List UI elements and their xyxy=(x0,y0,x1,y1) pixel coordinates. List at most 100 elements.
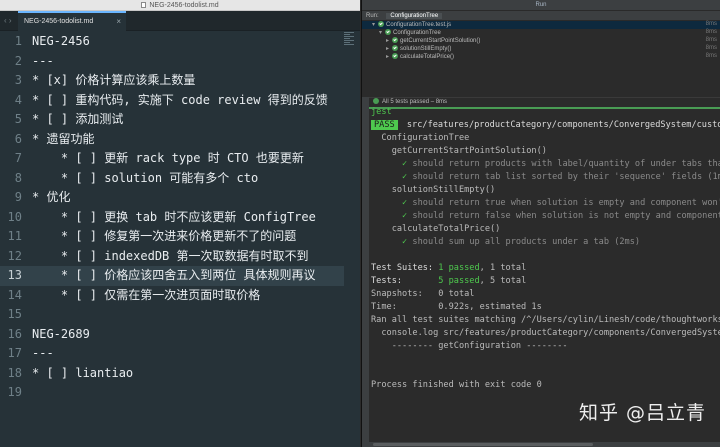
editor-line[interactable]: 3 * [x] 价格计算应该乘上数量 xyxy=(0,71,360,91)
editor-window-title-text: NEG-2456-todolist.md xyxy=(149,2,219,9)
editor-tabbar: ‹ › NEG-2456-todolist.md × xyxy=(0,11,360,31)
editor-line[interactable]: 16 NEG-2689 xyxy=(0,325,360,345)
run-tab-label: Run: xyxy=(366,13,379,19)
tab-scroll-arrows-icon[interactable]: ‹ › xyxy=(4,16,12,25)
editor-window-title: NEG-2456-todolist.md xyxy=(0,0,360,11)
check-icon: ✓ xyxy=(402,172,408,182)
console-line: getCurrentStartPointSolution() xyxy=(371,146,547,156)
tab-todolist-md[interactable]: NEG-2456-todolist.md × xyxy=(18,11,126,31)
test-tree-node[interactable]: ▾ ConfigurationTree 8ms xyxy=(362,29,720,37)
editor-line[interactable]: 11 * [ ] 修复第一次进来价格更新不了的问题 xyxy=(0,227,360,247)
editor-line[interactable]: 15 xyxy=(0,305,360,325)
console-line: -------- getConfiguration -------- xyxy=(371,341,568,351)
line-text: * [x] 价格计算应该乘上数量 xyxy=(32,73,196,87)
horizontal-scrollbar[interactable] xyxy=(369,442,720,447)
summary-passed: 5 passed xyxy=(438,276,480,286)
console-line: Process finished with exit code 0 xyxy=(371,380,542,390)
line-number: 3 xyxy=(14,73,22,87)
test-tree-node[interactable]: ▸ calculateTotalPrice() 8ms xyxy=(362,53,720,61)
editor-titlebar: NEG-2456-todolist.md xyxy=(0,0,360,11)
editor-line[interactable]: 19 xyxy=(0,383,360,403)
pass-badge: PASS xyxy=(371,120,398,130)
console-line: jest xyxy=(371,107,392,117)
console-line: ✓ should sum up all products under a tab… xyxy=(371,236,720,249)
editor-line[interactable]: 9 * 优化 xyxy=(0,188,360,208)
editor-line[interactable]: 6 * 遗留功能 xyxy=(0,130,360,150)
line-text: --- xyxy=(32,53,54,68)
line-number: 17 xyxy=(7,346,22,360)
console-line: Test Suites: 1 passed, 1 total xyxy=(371,262,720,275)
test-name: should return false when solution is not… xyxy=(412,211,720,221)
test-name: should return tab list sorted by their '… xyxy=(412,172,720,182)
test-name: should return true when solution is empt… xyxy=(412,198,720,208)
line-text: NEG-2456 xyxy=(32,34,90,48)
line-number: 19 xyxy=(7,385,22,399)
check-icon: ✓ xyxy=(402,159,408,169)
check-icon: ✓ xyxy=(402,198,408,208)
run-panel: Run Run: ConfigurationTree ▾ Configuratio… xyxy=(361,0,720,447)
summary-total: , 1 total xyxy=(479,263,527,273)
test-duration: 8ms xyxy=(705,21,717,27)
line-number: 13 xyxy=(7,268,22,282)
editor-line[interactable]: 5 * [ ] 添加测试 xyxy=(0,110,360,130)
console-line: PASS src/features/productCategory/compon… xyxy=(371,119,720,132)
test-tree-label: solutionStillEmpty() xyxy=(400,46,452,52)
test-passed-icon xyxy=(392,37,398,43)
test-tree-node[interactable]: ▸ solutionStillEmpty() 8ms xyxy=(362,45,720,53)
test-passed-icon xyxy=(378,21,384,27)
editor-line[interactable]: 17 --- xyxy=(0,344,360,364)
test-tree-node[interactable]: ▾ ConfigurationTree.test.js 8ms xyxy=(362,21,720,29)
close-icon[interactable]: × xyxy=(116,13,121,31)
line-text: * [ ] 更换 tab 时不应该更新 ConfigTree xyxy=(32,209,316,224)
editor-line[interactable]: 13 * [ ] 价格应该四舍五入到两位 具体规则再议 xyxy=(0,266,344,286)
console-output[interactable]: jest PASS src/features/productCategory/c… xyxy=(369,106,720,392)
line-text: NEG-2689 xyxy=(32,326,90,341)
test-tree-label: getCurrentStartPointSolution() xyxy=(400,38,481,44)
editor-line[interactable]: 18 * [ ] liantiao xyxy=(0,364,360,384)
editor-text-area[interactable]: 1 NEG-2456 2 --- 3 * [x] 价格计算应该乘上数量 4 * [ ] 重构代… xyxy=(0,32,360,403)
test-tree-label: calculateTotalPrice() xyxy=(400,54,455,60)
editor-line[interactable]: 12 * [ ] indexedDB 第一次取数据有时取不到 xyxy=(0,247,360,267)
line-text: * [ ] indexedDB 第一次取数据有时取不到 xyxy=(32,248,309,263)
line-text: * [ ] 更新 rack type 时 CTO 也要更新 xyxy=(32,151,304,165)
line-number: 6 xyxy=(14,131,22,146)
line-text: * [ ] 添加测试 xyxy=(32,112,124,126)
console-line: ✓ should return tab list sorted by their… xyxy=(371,171,720,184)
summary-passed: 1 passed xyxy=(438,263,480,273)
console-line: Time: 0.922s, estimated 1s xyxy=(371,302,542,312)
console-line: console.log src/features/productCategory… xyxy=(371,328,720,338)
console-line: calculateTotalPrice() xyxy=(371,224,501,234)
check-icon: ✓ xyxy=(402,211,408,221)
editor-line[interactable]: 10 * [ ] 更换 tab 时不应该更新 ConfigTree xyxy=(0,208,360,228)
tab-configurationtree[interactable]: ConfigurationTree xyxy=(386,13,443,19)
test-tree: ▾ ConfigurationTree.test.js 8ms ▾ Configurat… xyxy=(362,21,720,97)
line-text: * [ ] liantiao xyxy=(32,365,134,380)
summary-label: Tests: xyxy=(371,276,439,286)
console-line: Ran all test suites matching /^/Users/cy… xyxy=(371,315,720,325)
test-status-text: All 5 tests passed – 8ms xyxy=(382,99,448,105)
test-duration: 8ms xyxy=(705,37,717,43)
test-duration: 8ms xyxy=(705,29,717,35)
console-line: ✓ should return false when solution is n… xyxy=(371,210,720,223)
line-number: 1 xyxy=(14,34,22,48)
editor-window: NEG-2456-todolist.md ‹ › NEG-2456-todoli… xyxy=(0,0,360,447)
editor-line[interactable]: 7 * [ ] 更新 rack type 时 CTO 也要更新 xyxy=(0,149,360,169)
test-passed-icon xyxy=(392,53,398,59)
line-number: 11 xyxy=(7,229,22,243)
editor-line[interactable]: 2 --- xyxy=(0,52,360,72)
line-text: * [ ] 仅需在第一次进页面时取价格 xyxy=(32,287,261,302)
editor-line[interactable]: 4 * [ ] 重构代码, 实施下 code review 得到的反馈 xyxy=(0,91,360,111)
pass-path: src/features/productCategory/components/… xyxy=(401,120,720,130)
test-tree-node[interactable]: ▸ getCurrentStartPointSolution() 8ms xyxy=(362,37,720,45)
test-name: should sum up all products under a tab (… xyxy=(412,237,641,247)
editor-line[interactable]: 14 * [ ] 仅需在第一次进页面时取价格 xyxy=(0,286,360,306)
pass-status-icon xyxy=(373,98,379,104)
editor-line[interactable]: 8 * [ ] solution 可能有多个 cto xyxy=(0,169,360,189)
line-number: 15 xyxy=(7,307,22,321)
editor-line[interactable]: 1 NEG-2456 xyxy=(0,32,360,52)
line-number: 9 xyxy=(14,190,22,204)
line-number: 16 xyxy=(7,326,22,341)
line-number: 5 xyxy=(14,112,22,126)
